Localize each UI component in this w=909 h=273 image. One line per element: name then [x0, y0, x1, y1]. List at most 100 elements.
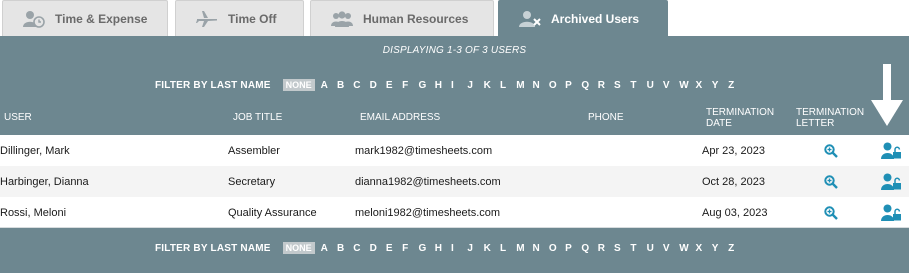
filter-letter-z[interactable]: Z	[728, 243, 744, 254]
filter-letter-s[interactable]: S	[614, 80, 630, 91]
column-header-email[interactable]: EMAIL ADDRESS	[360, 112, 440, 123]
filter-letter-g[interactable]: G	[418, 243, 434, 254]
filter-letter-o[interactable]: O	[549, 80, 565, 91]
filter-letter-k[interactable]: K	[484, 80, 500, 91]
column-header-termination-date[interactable]: TERMINATION DATE	[706, 107, 786, 129]
filter-letter-n[interactable]: N	[533, 243, 549, 254]
cell-job-title: Secretary	[228, 176, 276, 188]
tab-label: Archived Users	[551, 12, 640, 26]
filter-letter-l[interactable]: L	[500, 243, 516, 254]
table-row[interactable]: Rossi, Meloni Quality Assurance meloni19…	[0, 197, 909, 228]
cell-email: dianna1982@timesheets.com	[355, 176, 501, 188]
user-clock-icon	[23, 11, 45, 28]
column-header-phone[interactable]: PHONE	[588, 112, 624, 123]
filter-letter-u[interactable]: U	[647, 80, 663, 91]
tab-label: Time Off	[228, 12, 277, 26]
filter-letter-f[interactable]: F	[402, 243, 418, 254]
filter-letter-c[interactable]: C	[353, 80, 369, 91]
filter-letter-m[interactable]: M	[516, 80, 532, 91]
tab-time-expense[interactable]: Time & Expense	[2, 0, 168, 36]
filter-letter-n[interactable]: N	[533, 80, 549, 91]
table-row[interactable]: Harbinger, Dianna Secretary dianna1982@t…	[0, 166, 909, 197]
cell-job-title: Quality Assurance	[228, 207, 317, 219]
cell-user: Rossi, Meloni	[0, 207, 67, 219]
filter-letter-u[interactable]: U	[647, 243, 663, 254]
filter-letter-p[interactable]: P	[565, 80, 581, 91]
tab-human-resources[interactable]: Human Resources	[310, 0, 494, 36]
filter-letter-v[interactable]: V	[663, 243, 679, 254]
magnifier-plus-icon[interactable]	[824, 206, 838, 220]
last-name-filter-bottom: FILTER BY LAST NAME NONE ABCDEFGHIJKLMNO…	[155, 241, 744, 255]
filter-letter-d[interactable]: D	[370, 80, 386, 91]
filter-letter-i[interactable]: I	[451, 80, 467, 91]
filter-letter-e[interactable]: E	[386, 80, 402, 91]
cell-termination-date: Aug 03, 2023	[702, 207, 768, 219]
magnifier-plus-icon[interactable]	[824, 144, 838, 158]
filter-letter-j[interactable]: J	[467, 243, 483, 254]
divider	[0, 227, 909, 228]
filter-letter-i[interactable]: I	[451, 243, 467, 254]
filter-letter-y[interactable]: Y	[712, 243, 728, 254]
filter-label: FILTER BY LAST NAME	[155, 242, 271, 254]
tab-time-off[interactable]: Time Off	[175, 0, 304, 36]
column-header-job-title[interactable]: JOB TITLE	[233, 112, 282, 123]
filter-label: FILTER BY LAST NAME	[155, 79, 271, 91]
column-header-user[interactable]: USER	[4, 112, 32, 123]
filter-letter-a[interactable]: A	[321, 80, 337, 91]
airplane-icon	[196, 11, 217, 27]
filter-letter-v[interactable]: V	[663, 80, 679, 91]
filter-letter-x[interactable]: X	[696, 80, 712, 91]
results-count: DISPLAYING 1-3 OF 3 USERS	[382, 45, 527, 56]
filter-letter-g[interactable]: G	[418, 80, 434, 91]
filter-letters: ABCDEFGHIJKLMNOPQRSTUVWXYZ	[321, 80, 745, 91]
filter-letters: ABCDEFGHIJKLMNOPQRSTUVWXYZ	[321, 243, 745, 254]
filter-letter-o[interactable]: O	[549, 243, 565, 254]
down-arrow-icon	[871, 64, 903, 126]
filter-letter-s[interactable]: S	[614, 243, 630, 254]
cell-email: mark1982@timesheets.com	[355, 145, 493, 157]
filter-letter-x[interactable]: X	[696, 243, 712, 254]
filter-letter-f[interactable]: F	[402, 80, 418, 91]
user-unlock-icon[interactable]	[881, 204, 901, 221]
filter-letter-r[interactable]: R	[598, 243, 614, 254]
cell-termination-date: Apr 23, 2023	[702, 145, 765, 157]
table-row[interactable]: Dillinger, Mark Assembler mark1982@times…	[0, 135, 909, 166]
filter-letter-q[interactable]: Q	[581, 80, 597, 91]
last-name-filter-top: FILTER BY LAST NAME NONE ABCDEFGHIJKLMNO…	[155, 78, 744, 92]
filter-letter-m[interactable]: M	[516, 243, 532, 254]
filter-letter-l[interactable]: L	[500, 80, 516, 91]
filter-letter-t[interactable]: T	[630, 80, 646, 91]
cell-job-title: Assembler	[228, 145, 280, 157]
user-unlock-icon[interactable]	[881, 173, 901, 190]
magnifier-plus-icon[interactable]	[824, 175, 838, 189]
filter-letter-w[interactable]: W	[679, 243, 695, 254]
filter-none-button[interactable]: NONE	[282, 242, 315, 254]
filter-letter-d[interactable]: D	[370, 243, 386, 254]
user-remove-icon	[519, 11, 541, 27]
filter-letter-a[interactable]: A	[321, 243, 337, 254]
filter-none-button[interactable]: NONE	[282, 79, 315, 91]
filter-letter-q[interactable]: Q	[581, 243, 597, 254]
cell-termination-date: Oct 28, 2023	[702, 176, 765, 188]
tab-archived-users[interactable]: Archived Users	[498, 0, 668, 36]
tab-bar: Time & Expense Time Off Human Resources	[0, 0, 909, 36]
filter-letter-b[interactable]: B	[337, 80, 353, 91]
filter-letter-z[interactable]: Z	[728, 80, 744, 91]
filter-letter-j[interactable]: J	[467, 80, 483, 91]
filter-letter-w[interactable]: W	[679, 80, 695, 91]
column-header-termination-letter[interactable]: TERMINATION LETTER	[796, 107, 870, 129]
filter-letter-y[interactable]: Y	[712, 80, 728, 91]
tab-label: Human Resources	[363, 12, 469, 26]
users-group-icon	[331, 11, 353, 27]
cell-user: Harbinger, Dianna	[0, 176, 89, 188]
filter-letter-r[interactable]: R	[598, 80, 614, 91]
filter-letter-p[interactable]: P	[565, 243, 581, 254]
user-unlock-icon[interactable]	[881, 142, 901, 159]
filter-letter-e[interactable]: E	[386, 243, 402, 254]
filter-letter-b[interactable]: B	[337, 243, 353, 254]
filter-letter-h[interactable]: H	[435, 243, 451, 254]
filter-letter-k[interactable]: K	[484, 243, 500, 254]
filter-letter-t[interactable]: T	[630, 243, 646, 254]
filter-letter-h[interactable]: H	[435, 80, 451, 91]
filter-letter-c[interactable]: C	[353, 243, 369, 254]
